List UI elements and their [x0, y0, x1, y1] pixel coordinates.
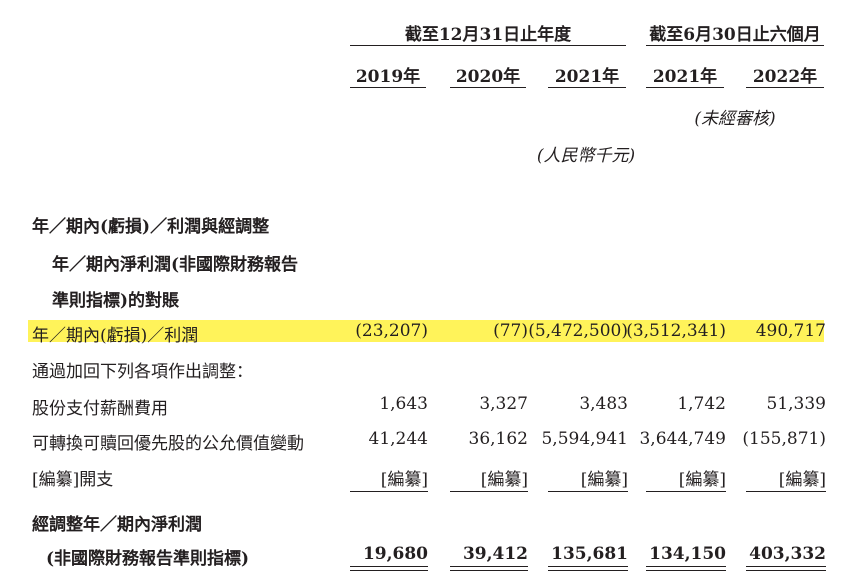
cell-fair-value-2021-fy: 5,594,941: [541, 429, 628, 449]
total-double-rule-2021-h1: [646, 566, 726, 571]
cell-profit-loss-2022-h1: 490,717: [755, 321, 826, 341]
total-double-rule-2020: [450, 566, 528, 571]
row-label-profit-loss: 年／期內(虧損)／利潤: [32, 326, 199, 346]
total-2020: 39,412: [462, 544, 528, 564]
cell-redacted-2022-h1: [編纂]: [778, 470, 826, 490]
total-double-rule-2019: [350, 566, 428, 571]
year-rule-2022-h1: [746, 87, 824, 88]
cell-redacted-2021-fy: [編纂]: [580, 470, 628, 490]
cell-fair-value-2020: 36,162: [468, 429, 528, 449]
total-2021-fy: 135,681: [551, 544, 628, 564]
year-rule-2021-fy: [548, 87, 626, 88]
total-label-line2: (非國際財務報告準則指標): [46, 549, 250, 569]
header-group-six-months: 截至6月30日止六個月: [649, 25, 821, 45]
cell-profit-loss-2021-h1: (3,512,341): [626, 321, 726, 341]
total-2021-h1: 134,150: [649, 544, 726, 564]
currency-unit-note: (人民幣千元): [536, 146, 636, 166]
cell-fair-value-2022-h1: (155,871): [742, 429, 826, 449]
cell-profit-loss-2021-fy: (5,472,500): [528, 321, 628, 341]
subtotal-rule-2019: [350, 491, 428, 492]
total-2019: 19,680: [362, 544, 428, 564]
year-header-2019: 2019年: [355, 67, 421, 87]
total-double-rule-2022-h1: [746, 566, 826, 571]
year-header-2020: 2020年: [455, 67, 521, 87]
subtotal-rule-2020: [450, 491, 528, 492]
total-label-line1: 經調整年／期內淨利潤: [32, 515, 202, 535]
year-header-2021-h1: 2021年: [652, 67, 718, 87]
cell-profit-loss-2019: (23,207): [355, 321, 428, 341]
subtotal-rule-2021-fy: [548, 491, 628, 492]
cell-redacted-2020: [編纂]: [480, 470, 528, 490]
header-group-fiscal-year: 截至12月31日止年度: [404, 25, 572, 45]
cell-profit-loss-2020: (77): [493, 321, 528, 341]
subtotal-rule-2022-h1: [746, 491, 826, 492]
cell-fair-value-2021-h1: 3,644,749: [639, 429, 726, 449]
year-header-2021-fy: 2021年: [554, 67, 620, 87]
section-subtitle-line1: 年／期內淨利潤(非國際財務報告: [52, 255, 299, 275]
total-double-rule-2021-fy: [548, 566, 628, 571]
year-rule-2020: [450, 87, 526, 88]
row-label-share-based-comp: 股份支付薪酬費用: [32, 399, 168, 419]
section-title: 年／期內(虧損)／利潤與經調整: [32, 217, 270, 237]
section-subtitle-line2: 準則指標)的對賬: [52, 291, 180, 311]
cell-share-comp-2021-fy: 3,483: [579, 394, 628, 414]
year-header-2022-h1: 2022年: [752, 67, 818, 87]
cell-share-comp-2022-h1: 51,339: [766, 394, 826, 414]
year-rule-2019: [350, 87, 426, 88]
unaudited-note: (未經審核): [694, 109, 776, 129]
subtotal-rule-2021-h1: [646, 491, 726, 492]
total-2022-h1: 403,332: [749, 544, 826, 564]
cell-redacted-2021-h1: [編纂]: [678, 470, 726, 490]
cell-share-comp-2021-h1: 1,742: [677, 394, 726, 414]
year-rule-2021-h1: [646, 87, 724, 88]
header-group-fiscal-year-rule: [350, 45, 626, 46]
cell-fair-value-2019: 41,244: [368, 429, 428, 449]
cell-share-comp-2019: 1,643: [379, 394, 428, 414]
row-label-fair-value-change: 可轉換可贖回優先股的公允價值變動: [32, 434, 304, 454]
cell-redacted-2019: [編纂]: [380, 470, 428, 490]
row-label-redacted-expenses: [編纂]開支: [32, 470, 114, 490]
header-group-six-months-rule: [646, 45, 824, 46]
cell-share-comp-2020: 3,327: [479, 394, 528, 414]
row-label-adjustments: 通過加回下列各項作出調整：: [32, 362, 253, 382]
